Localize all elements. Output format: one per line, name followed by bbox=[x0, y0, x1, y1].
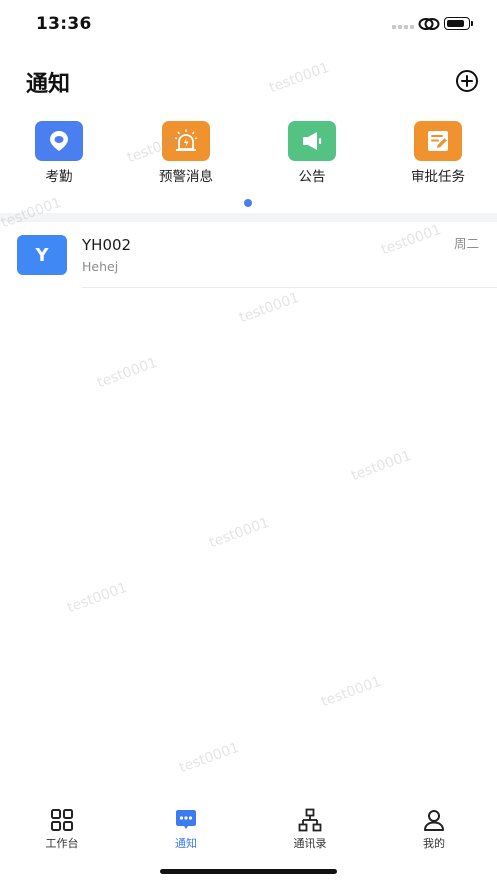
chat-bubble-icon bbox=[176, 810, 196, 829]
quick-action-alert[interactable]: 预警消息 bbox=[136, 120, 236, 186]
tab-label: 工作台 bbox=[45, 837, 79, 850]
section-divider bbox=[0, 213, 497, 222]
pager-dot bbox=[244, 199, 252, 207]
header: 通知 bbox=[0, 60, 497, 104]
quick-action-attendance[interactable]: 考勤 bbox=[9, 120, 109, 186]
message-preview: Hehej bbox=[82, 259, 119, 274]
message-day: 周二 bbox=[453, 236, 479, 251]
tab-workbench[interactable]: 工作台 bbox=[12, 800, 112, 856]
tab-bar: 工作台 通知 通讯录 我的 bbox=[0, 800, 497, 860]
user-icon bbox=[424, 810, 444, 831]
grid-icon bbox=[51, 809, 73, 831]
signal-icon bbox=[392, 25, 414, 30]
status-bar: 13:36 bbox=[0, 0, 497, 48]
quick-action-label: 审批任务 bbox=[411, 169, 465, 185]
edit-document-icon bbox=[414, 121, 462, 161]
quick-actions: 考勤 预警消息 公告 审批任务 bbox=[0, 120, 497, 190]
battery-icon bbox=[444, 17, 473, 30]
tab-notifications[interactable]: 通知 bbox=[136, 800, 236, 856]
megaphone-icon bbox=[288, 121, 336, 161]
watermark: test0001 bbox=[177, 739, 242, 777]
quick-action-label: 预警消息 bbox=[159, 169, 213, 185]
row-separator bbox=[82, 287, 497, 288]
quick-action-announcement[interactable]: 公告 bbox=[262, 120, 362, 186]
battery-fill bbox=[446, 19, 464, 27]
home-indicator bbox=[160, 869, 337, 874]
watermark: test0001 bbox=[349, 447, 414, 485]
watermark: test0001 bbox=[207, 514, 272, 552]
message-sender: YH002 bbox=[82, 236, 132, 254]
tab-label: 通知 bbox=[175, 837, 197, 850]
status-time: 13:36 bbox=[36, 14, 92, 34]
location-pin-icon bbox=[35, 121, 83, 161]
tab-label: 通讯录 bbox=[293, 837, 327, 850]
watermark: test0001 bbox=[65, 579, 130, 617]
tab-label: 我的 bbox=[423, 837, 445, 850]
org-chart-icon bbox=[298, 808, 322, 832]
message-row[interactable]: Y YH002 Hehej 周二 bbox=[0, 224, 497, 288]
plus-circle-icon[interactable] bbox=[455, 69, 479, 93]
tab-profile[interactable]: 我的 bbox=[384, 800, 484, 856]
link-icon bbox=[418, 18, 440, 30]
quick-action-label: 考勤 bbox=[45, 169, 73, 185]
alarm-siren-icon bbox=[162, 121, 210, 161]
quick-action-label: 公告 bbox=[298, 169, 326, 185]
quick-action-approval[interactable]: 审批任务 bbox=[388, 120, 488, 186]
watermark: test0001 bbox=[319, 673, 384, 711]
tab-contacts[interactable]: 通讯录 bbox=[260, 800, 360, 856]
watermark: test0001 bbox=[237, 289, 302, 327]
avatar: Y bbox=[17, 235, 67, 275]
watermark: test0001 bbox=[95, 354, 160, 392]
page-title: 通知 bbox=[26, 72, 71, 97]
